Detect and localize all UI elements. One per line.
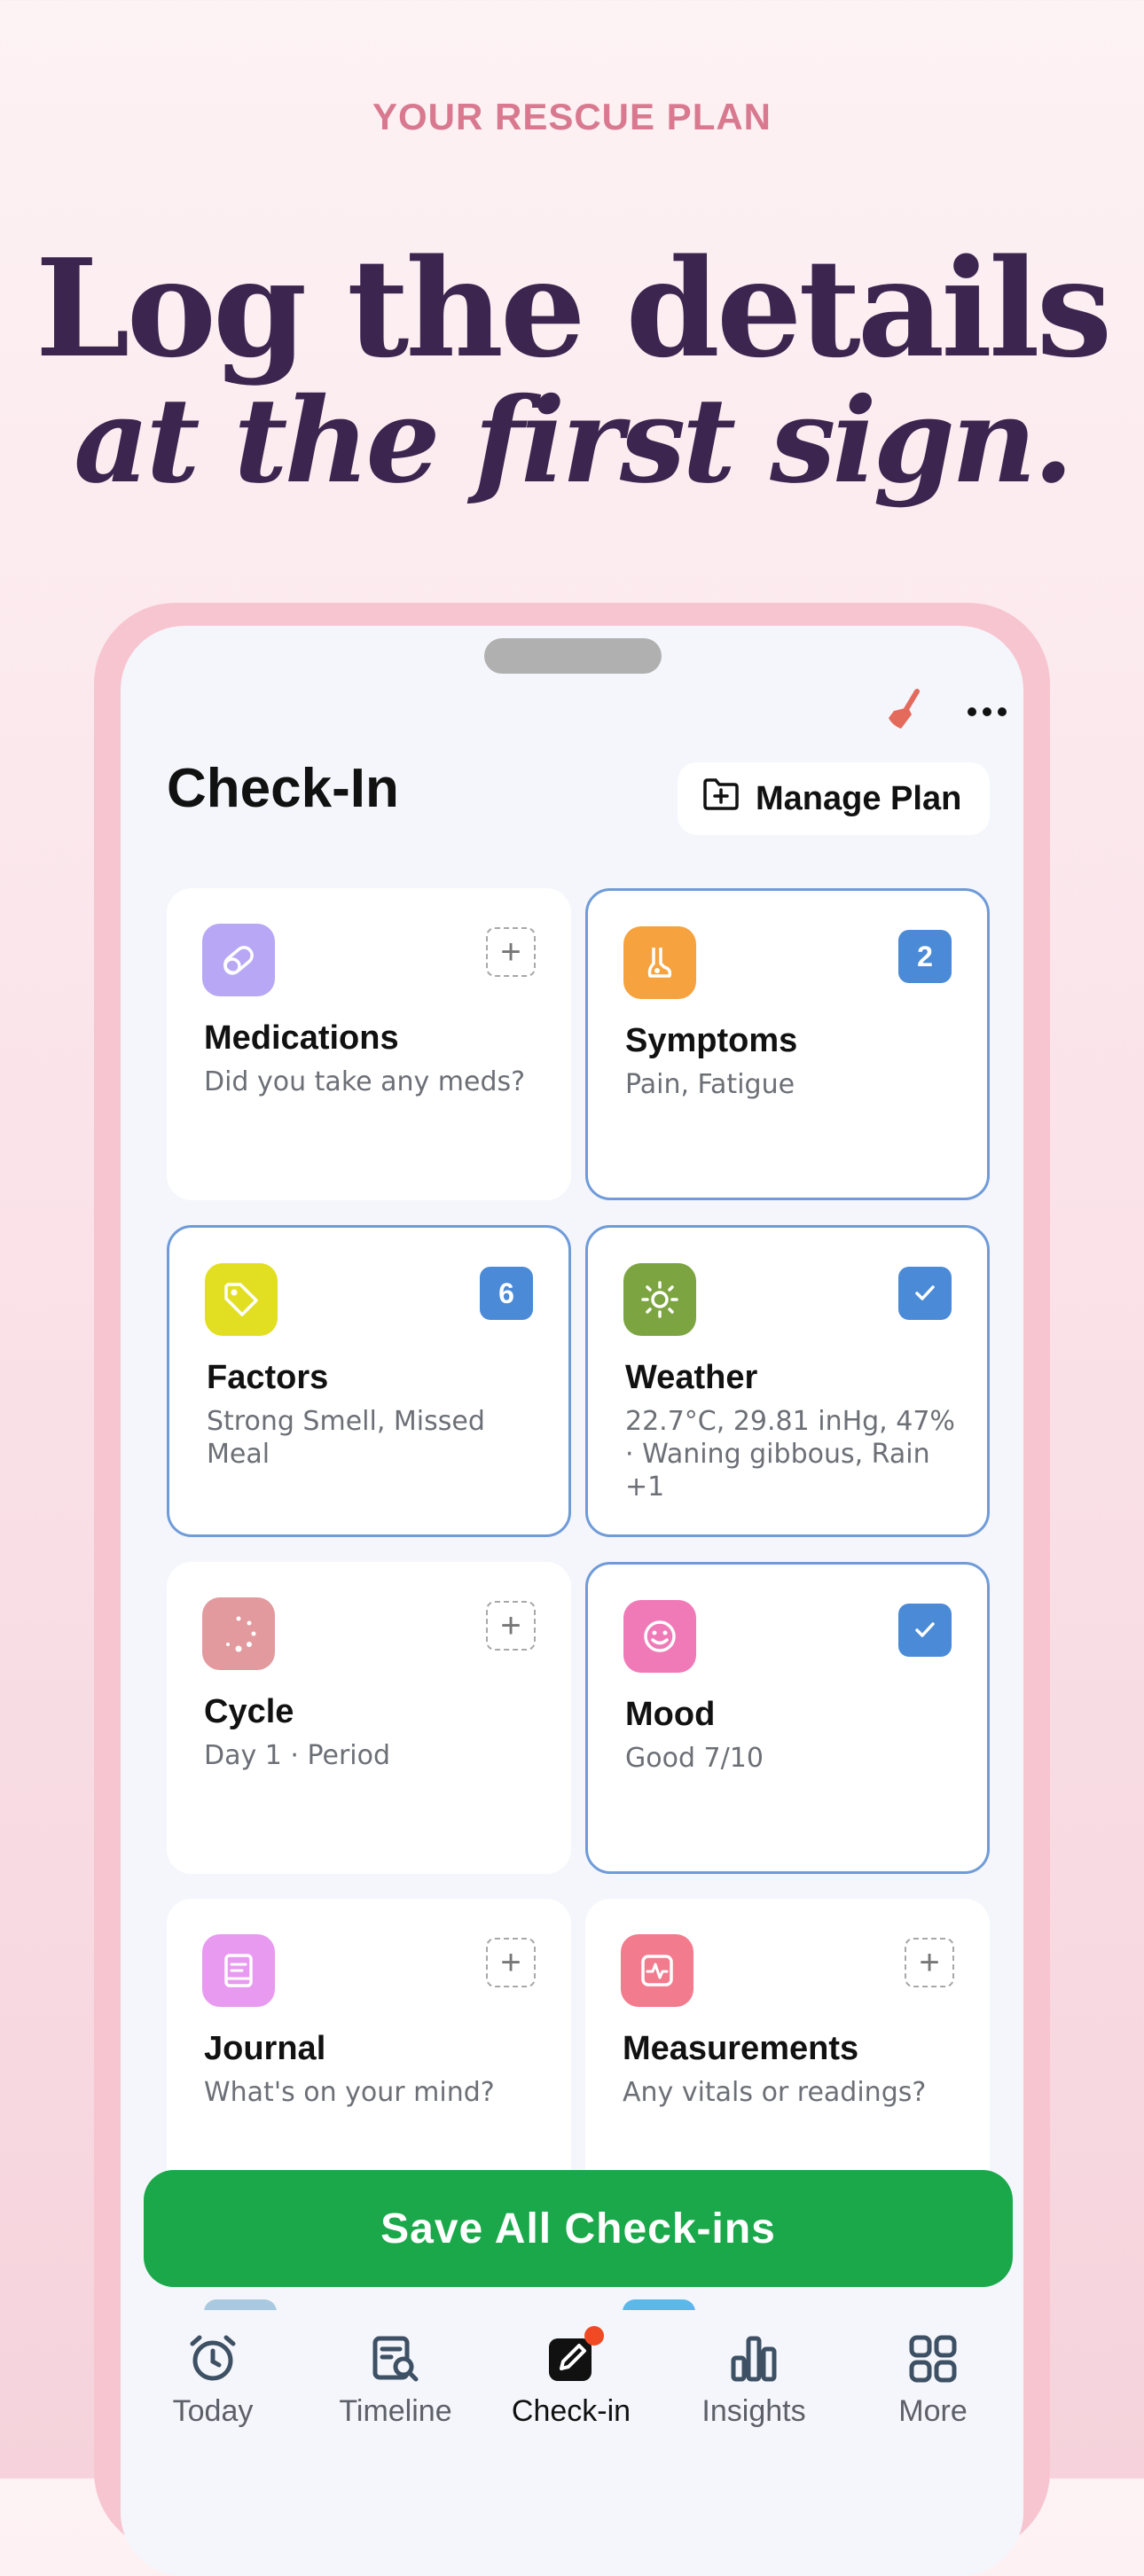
eyebrow-label: YOUR RESCUE PLAN [372,96,772,137]
bar-chart-icon [728,2333,780,2389]
card-subtitle: Pain, Fatigue [625,1069,795,1100]
card-subtitle: 22.7°C, 29.81 inHg, 47% · Waning gibbous… [625,1406,955,1503]
card-title: Factors [207,1359,329,1396]
card-subtitle: Good 7/10 [625,1743,764,1774]
sun-icon [623,1263,696,1336]
card-mood[interactable]: Mood Good 7/10 [585,1562,990,1874]
tab-check-in[interactable]: Check-in [482,2326,660,2429]
card-medications[interactable]: + Medications Did you take any meds? [167,888,571,1200]
mood-checked-icon [898,1604,952,1657]
card-subtitle: Strong Smell, Missed Meal [207,1406,485,1470]
pencil-square-icon [545,2326,604,2389]
page-title: Check-In [167,758,399,819]
tab-label: Check-in [511,2394,631,2428]
card-cycle[interactable]: + Cycle Day 1 · Period [167,1562,571,1874]
add-medications-button[interactable]: + [486,927,536,977]
symptoms-count-badge: 2 [898,930,952,983]
tag-icon [205,1263,278,1336]
card-title: Journal [204,2030,326,2067]
tab-today[interactable]: Today [124,2333,302,2429]
card-title: Weather [625,1359,758,1396]
journal-icon [202,1934,275,2007]
manage-plan-button[interactable]: Manage Plan [678,762,990,835]
card-title: Measurements [623,2030,859,2067]
dynamic-island [484,638,662,674]
card-subtitle: Any vitals or readings? [623,2077,927,2108]
tab-label: Timeline [339,2394,452,2428]
card-title: Cycle [204,1693,294,1730]
card-subtitle: What's on your mind? [204,2077,495,2108]
tab-more[interactable]: More [844,2333,1022,2429]
add-measurements-button[interactable]: + [905,1938,954,1987]
tab-label: Insights [701,2394,806,2428]
headline-line-1: Log the details [35,229,1113,387]
tab-label: More [898,2394,968,2428]
smile-icon [623,1600,696,1673]
save-all-check-ins-button[interactable]: Save All Check-ins [144,2170,1013,2287]
more-horizontal-icon[interactable] [967,706,1007,722]
notification-dot [584,2326,604,2346]
card-subtitle: Did you take any meds? [204,1066,526,1097]
grid-icon [907,2333,959,2389]
factors-count-badge: 6 [480,1267,533,1320]
card-measurements[interactable]: + Measurements Any vitals or readings? [585,1899,990,2211]
vitals-icon [621,1934,693,2007]
add-journal-button[interactable]: + [486,1938,536,1987]
alarm-clock-icon [187,2333,239,2389]
add-cycle-button[interactable]: + [486,1601,536,1651]
card-symptoms[interactable]: 2 Symptoms Pain, Fatigue [585,888,990,1200]
weather-checked-icon [898,1267,952,1320]
headline-line-2: at the first sign. [74,372,1074,510]
tab-insights[interactable]: Insights [665,2333,842,2429]
card-journal[interactable]: + Journal What's on your mind? [167,1899,571,2211]
tab-bar: Today Timeline Check-in Insights More [121,2310,1023,2576]
tab-label: Today [172,2394,254,2428]
broom-icon[interactable] [882,686,929,738]
card-title: Medications [204,1019,399,1057]
card-weather[interactable]: Weather 22.7°C, 29.81 inHg, 47% · Waning… [585,1225,990,1537]
card-title: Mood [625,1696,716,1733]
folder-plus-icon [702,777,740,820]
pill-icon [202,924,275,996]
body-icon [623,926,696,999]
card-subtitle: Day 1 · Period [204,1740,391,1771]
card-title: Symptoms [625,1022,798,1059]
card-factors[interactable]: 6 Factors Strong Smell, Missed Meal [167,1225,571,1537]
tab-timeline[interactable]: Timeline [307,2333,484,2429]
manage-plan-label: Manage Plan [756,779,962,817]
cycle-icon [202,1597,275,1670]
timeline-search-icon [370,2333,421,2389]
